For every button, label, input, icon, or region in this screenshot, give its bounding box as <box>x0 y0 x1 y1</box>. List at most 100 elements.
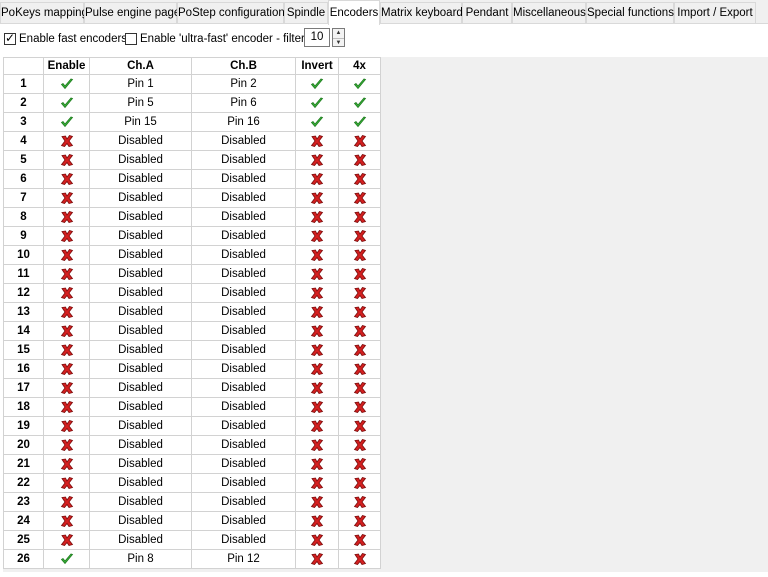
filter-spinner[interactable]: ▲ ▼ <box>332 28 345 47</box>
cell-ch-a[interactable]: Pin 8 <box>89 549 192 569</box>
cell-invert[interactable] <box>295 530 339 550</box>
tab-postep-configuration[interactable]: PoStep configuration <box>177 2 285 23</box>
row-number[interactable]: 12 <box>3 283 44 303</box>
cell-ch-a[interactable]: Disabled <box>89 397 192 417</box>
cell-enable[interactable] <box>43 112 90 132</box>
cell-ch-b[interactable]: Disabled <box>191 188 296 208</box>
tab-pendant[interactable]: Pendant <box>462 2 512 23</box>
cell-enable[interactable] <box>43 321 90 341</box>
cell-4x[interactable] <box>338 74 381 94</box>
cell-4x[interactable] <box>338 226 381 246</box>
table-row[interactable]: 13 Disabled Disabled <box>3 302 381 322</box>
cell-enable[interactable] <box>43 131 90 151</box>
cell-4x[interactable] <box>338 93 381 113</box>
cell-invert[interactable] <box>295 492 339 512</box>
cell-ch-b[interactable]: Disabled <box>191 378 296 398</box>
cell-enable[interactable] <box>43 511 90 531</box>
table-row[interactable]: 3 Pin 15 Pin 16 <box>3 112 381 132</box>
cell-4x[interactable] <box>338 321 381 341</box>
cell-invert[interactable] <box>295 473 339 493</box>
cell-4x[interactable] <box>338 378 381 398</box>
cell-ch-a[interactable]: Disabled <box>89 454 192 474</box>
cell-enable[interactable] <box>43 454 90 474</box>
row-number[interactable]: 5 <box>3 150 44 170</box>
table-row[interactable]: 22 Disabled Disabled <box>3 473 381 493</box>
row-number[interactable]: 8 <box>3 207 44 227</box>
arrow-up-icon[interactable]: ▲ <box>333 29 344 37</box>
cell-invert[interactable] <box>295 207 339 227</box>
cell-ch-b[interactable]: Disabled <box>191 226 296 246</box>
cell-4x[interactable] <box>338 549 381 569</box>
cell-invert[interactable] <box>295 511 339 531</box>
cell-4x[interactable] <box>338 435 381 455</box>
cell-invert[interactable] <box>295 226 339 246</box>
cell-4x[interactable] <box>338 340 381 360</box>
row-number[interactable]: 24 <box>3 511 44 531</box>
cell-invert[interactable] <box>295 302 339 322</box>
tab-special-functions[interactable]: Special functions <box>586 2 674 23</box>
row-number[interactable]: 3 <box>3 112 44 132</box>
cell-ch-b[interactable]: Disabled <box>191 169 296 189</box>
cell-4x[interactable] <box>338 283 381 303</box>
row-number[interactable]: 22 <box>3 473 44 493</box>
row-number[interactable]: 2 <box>3 93 44 113</box>
cell-ch-b[interactable]: Disabled <box>191 321 296 341</box>
cell-enable[interactable] <box>43 74 90 94</box>
cell-enable[interactable] <box>43 359 90 379</box>
tab-import-export[interactable]: Import / Export <box>674 2 756 23</box>
cell-4x[interactable] <box>338 169 381 189</box>
table-row[interactable]: 25 Disabled Disabled <box>3 530 381 550</box>
cell-ch-a[interactable]: Disabled <box>89 264 192 284</box>
row-number[interactable]: 11 <box>3 264 44 284</box>
cell-ch-b[interactable]: Disabled <box>191 397 296 417</box>
table-row[interactable]: 8 Disabled Disabled <box>3 207 381 227</box>
cell-ch-b[interactable]: Disabled <box>191 302 296 322</box>
cell-ch-b[interactable]: Disabled <box>191 264 296 284</box>
cell-4x[interactable] <box>338 245 381 265</box>
cell-ch-b[interactable]: Disabled <box>191 359 296 379</box>
cell-enable[interactable] <box>43 207 90 227</box>
cell-ch-a[interactable]: Disabled <box>89 321 192 341</box>
cell-ch-a[interactable]: Disabled <box>89 207 192 227</box>
cell-ch-b[interactable]: Disabled <box>191 131 296 151</box>
cell-ch-a[interactable]: Disabled <box>89 511 192 531</box>
cell-ch-b[interactable]: Disabled <box>191 207 296 227</box>
cell-enable[interactable] <box>43 378 90 398</box>
fast-encoders-checkbox[interactable]: ✓ <box>4 31 16 45</box>
cell-ch-a[interactable]: Disabled <box>89 340 192 360</box>
row-number[interactable]: 7 <box>3 188 44 208</box>
cell-4x[interactable] <box>338 530 381 550</box>
table-row[interactable]: 7 Disabled Disabled <box>3 188 381 208</box>
cell-invert[interactable] <box>295 340 339 360</box>
arrow-down-icon[interactable]: ▼ <box>333 38 344 47</box>
cell-invert[interactable] <box>295 188 339 208</box>
cell-ch-a[interactable]: Disabled <box>89 359 192 379</box>
table-row[interactable]: 9 Disabled Disabled <box>3 226 381 246</box>
table-row[interactable]: 6 Disabled Disabled <box>3 169 381 189</box>
table-row[interactable]: 18 Disabled Disabled <box>3 397 381 417</box>
cell-invert[interactable] <box>295 549 339 569</box>
cell-invert[interactable] <box>295 112 339 132</box>
table-row[interactable]: 10 Disabled Disabled <box>3 245 381 265</box>
cell-enable[interactable] <box>43 150 90 170</box>
row-number[interactable]: 14 <box>3 321 44 341</box>
table-row[interactable]: 24 Disabled Disabled <box>3 511 381 531</box>
cell-ch-b[interactable]: Pin 16 <box>191 112 296 132</box>
cell-4x[interactable] <box>338 492 381 512</box>
row-number[interactable]: 1 <box>3 74 44 94</box>
cell-invert[interactable] <box>295 264 339 284</box>
table-row[interactable]: 17 Disabled Disabled <box>3 378 381 398</box>
cell-4x[interactable] <box>338 511 381 531</box>
cell-ch-a[interactable]: Disabled <box>89 416 192 436</box>
row-number[interactable]: 15 <box>3 340 44 360</box>
cell-enable[interactable] <box>43 283 90 303</box>
table-row[interactable]: 5 Disabled Disabled <box>3 150 381 170</box>
header-ch-b[interactable]: Ch.B <box>191 57 296 75</box>
cell-invert[interactable] <box>295 74 339 94</box>
cell-ch-a[interactable]: Disabled <box>89 245 192 265</box>
cell-ch-a[interactable]: Disabled <box>89 150 192 170</box>
cell-enable[interactable] <box>43 397 90 417</box>
cell-4x[interactable] <box>338 473 381 493</box>
cell-ch-b[interactable]: Disabled <box>191 245 296 265</box>
cell-enable[interactable] <box>43 188 90 208</box>
